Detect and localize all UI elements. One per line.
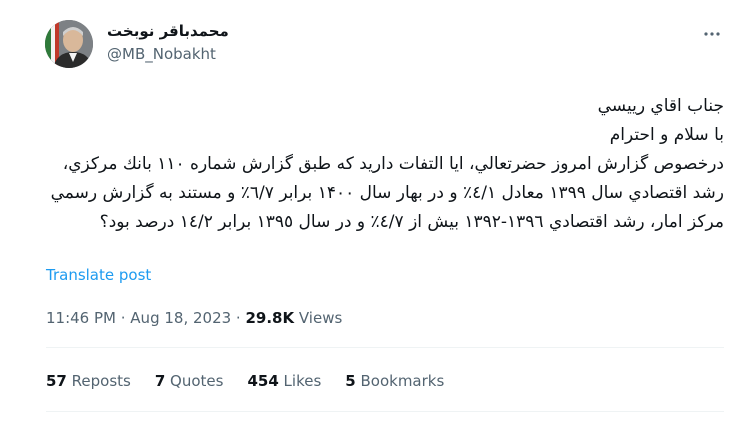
views-label: Views (294, 309, 343, 327)
meta-separator: · (115, 309, 131, 327)
engagement-stats: 57 Reposts 7 Quotes 454 Likes 5 Bookmark… (46, 371, 444, 391)
bookmarks-count: 5 (345, 372, 356, 390)
likes-label: Likes (278, 372, 322, 390)
avatar[interactable] (45, 20, 93, 68)
author-block[interactable]: محمدباقر نوبخت @MB_Nobakht (107, 21, 229, 64)
post-time[interactable]: 11:46 PM (46, 309, 116, 327)
more-horizontal-icon (704, 32, 720, 36)
views-count: 29.8K (245, 309, 295, 327)
reposts-count: 57 (46, 372, 67, 390)
author-handle[interactable]: @MB_Nobakht (107, 44, 229, 64)
meta-separator: · (231, 309, 246, 327)
avatar-image (45, 20, 93, 68)
divider (46, 347, 724, 348)
reposts-label: Reposts (66, 372, 131, 390)
author-name[interactable]: محمدباقر نوبخت (107, 21, 229, 41)
likes-count: 454 (247, 372, 279, 390)
reposts-stat[interactable]: 57 Reposts (46, 371, 131, 391)
quotes-count: 7 (154, 372, 166, 390)
divider (46, 411, 724, 412)
post-meta: 11:46 PM · Aug 18, 2023 · 29.8K Views (46, 308, 342, 328)
bookmarks-stat[interactable]: 5 Bookmarks (345, 371, 444, 391)
post-text: جناب اقاي رييسي با سلام و احترام درخصوص … (50, 96, 724, 232)
post-date[interactable]: Aug 18, 2023 (130, 309, 231, 327)
bookmarks-label: Bookmarks (355, 372, 445, 390)
translate-post-link[interactable]: Translate post (46, 266, 151, 284)
quotes-stat[interactable]: 7 Quotes (155, 371, 224, 391)
quotes-label: Quotes (165, 372, 224, 390)
likes-stat[interactable]: 454 Likes (247, 371, 321, 391)
more-options-button[interactable] (702, 24, 722, 44)
